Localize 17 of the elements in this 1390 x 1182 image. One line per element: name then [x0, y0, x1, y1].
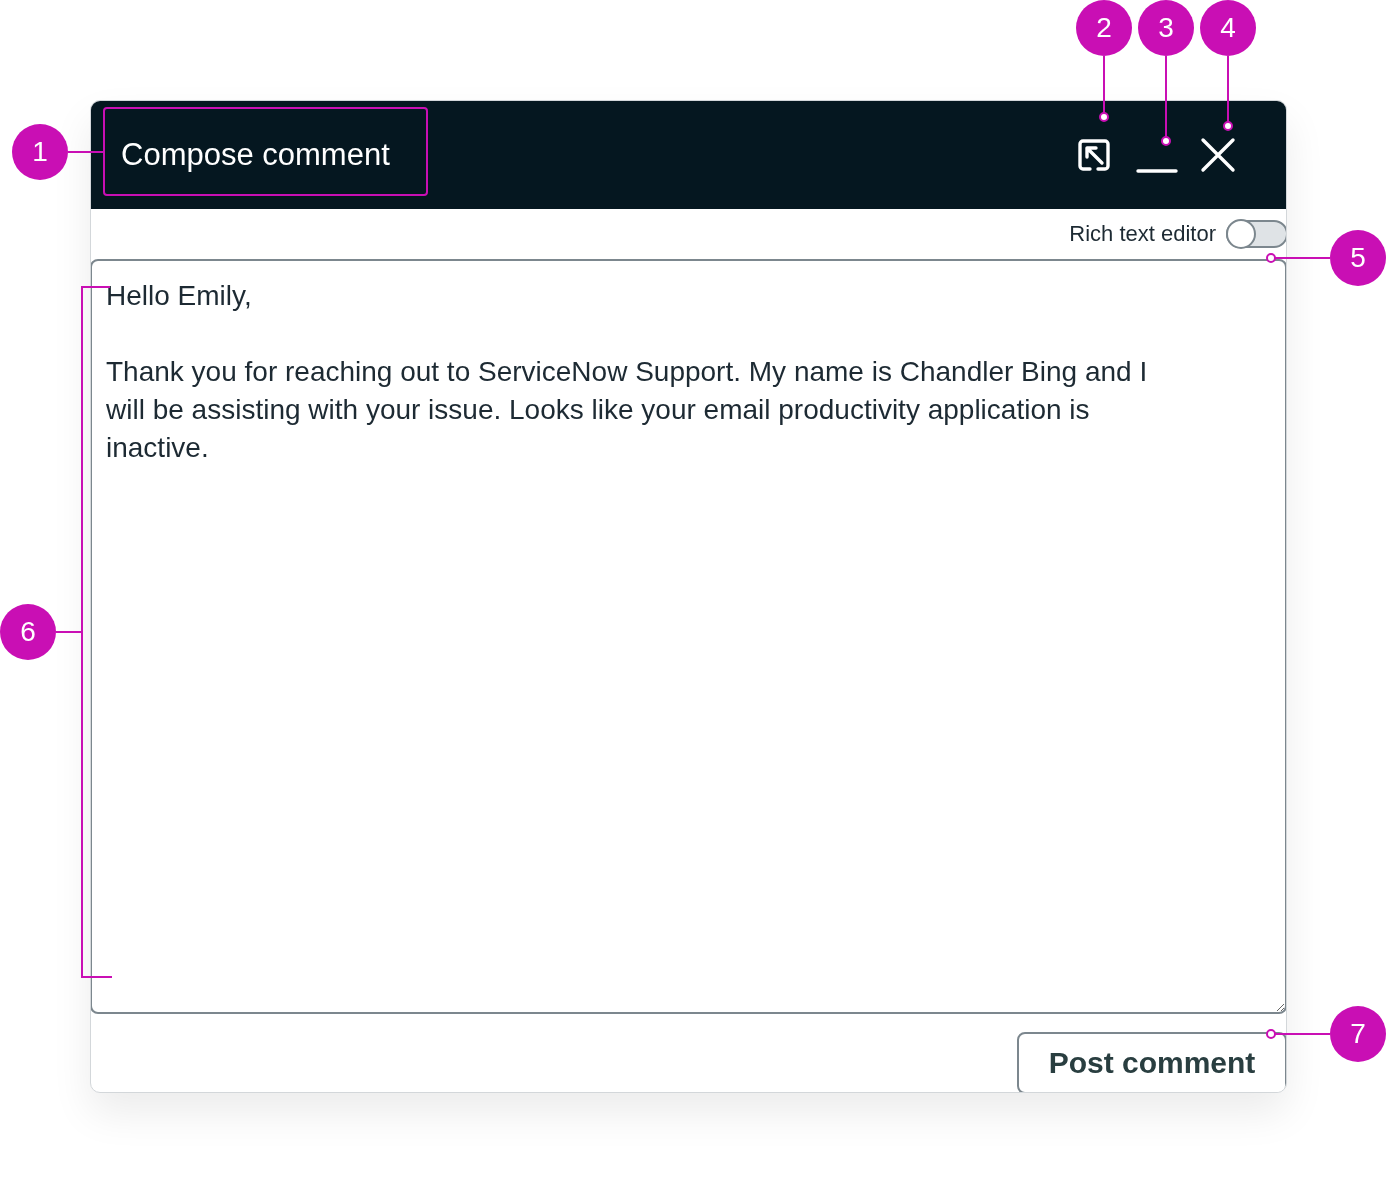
- callout-badge: 5: [1330, 230, 1386, 286]
- callout-badge: 7: [1330, 1006, 1386, 1062]
- callout-badge: 4: [1200, 0, 1256, 56]
- callout-badge: 3: [1138, 0, 1194, 56]
- leader-line: [67, 151, 104, 153]
- post-comment-button[interactable]: Post comment: [1017, 1032, 1286, 1092]
- close-button[interactable]: [1200, 137, 1236, 173]
- window-title: Compose comment: [121, 137, 390, 173]
- callout-badge: 1: [12, 124, 68, 180]
- callout-badge: 6: [0, 604, 56, 660]
- minimize-icon: [1136, 169, 1178, 173]
- close-icon: [1200, 137, 1236, 173]
- toggle-label: Rich text editor: [1069, 221, 1216, 247]
- minimize-button[interactable]: [1136, 169, 1178, 173]
- comment-textarea[interactable]: Hello Emily, Thank you for reaching out to ServiceNow Support. My name is Chandler Bing and I will be assisting with your issue. Looks like your email productivity application is inactive.: [91, 259, 1286, 1014]
- callout-badge: 2: [1076, 0, 1132, 56]
- toggle-switch[interactable]: [1226, 220, 1286, 248]
